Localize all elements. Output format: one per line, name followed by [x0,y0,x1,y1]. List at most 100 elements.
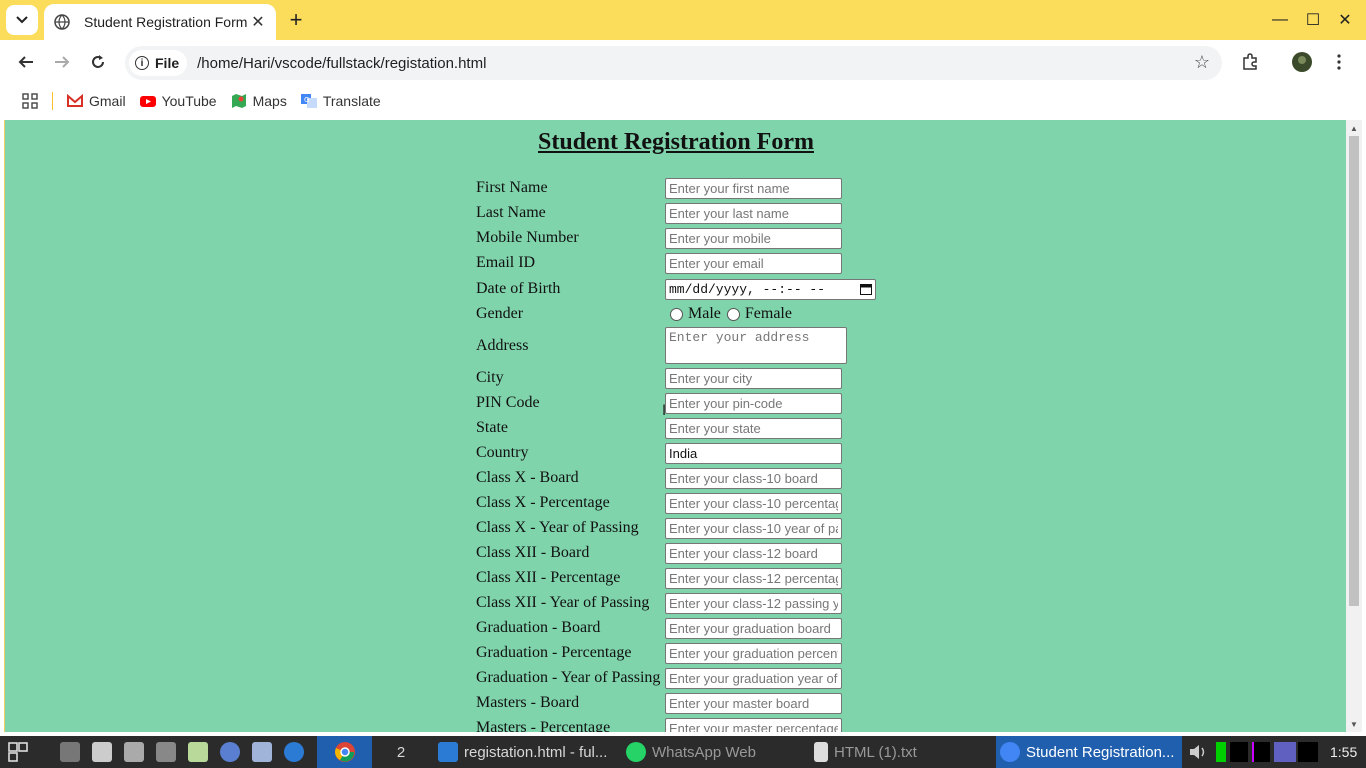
chrome-icon [1000,742,1020,762]
field-label: Class XII - Percentage [476,569,621,586]
site-info-label: File [155,55,180,71]
text-cursor-icon: I [662,403,667,419]
task-vscode[interactable]: registation.html - ful... [438,736,607,768]
field-row-class12-percentage: Class XII - Percentage [476,567,842,589]
new-tab-icon[interactable]: + [284,7,308,32]
country-input[interactable] [665,442,842,464]
bookmark-translate[interactable]: G Translate [300,93,381,109]
task-whatsapp[interactable]: WhatsApp Web [626,736,756,768]
load-monitor-icon [1298,736,1318,768]
bookmarks-bar: Gmail YouTube Maps G Translate [0,84,1366,118]
bookmark-star-icon[interactable]: ☆ [1194,52,1210,73]
close-tab-icon[interactable]: ✕ [248,12,268,32]
last-name-input[interactable] [665,202,842,224]
field-label: Last Name [476,204,546,221]
field-label: First Name [476,179,548,196]
close-window-icon[interactable]: ✕ [1333,8,1357,32]
field-row-class12-board: Class XII - Board [476,542,842,564]
class10-year-input[interactable] [665,517,842,539]
site-info-chip[interactable]: i File [129,50,188,76]
system-monitor-icon[interactable] [252,736,278,768]
address-bar[interactable]: i File /home/Hari/vscode/fullstack/regis… [125,46,1222,80]
first-name-input[interactable] [665,177,842,199]
graduation-board-input[interactable] [665,617,842,639]
skype-icon[interactable] [284,736,310,768]
calendar-icon[interactable] [860,283,872,295]
field-label: Class XII - Board [476,544,590,561]
vertical-scrollbar[interactable]: ▲ ▼ [1346,120,1362,732]
clock[interactable]: 1:55 [1330,736,1357,768]
mobile-input[interactable] [665,227,842,249]
apps-grid-icon[interactable] [22,93,38,109]
youtube-icon [139,96,156,107]
class12-year-input[interactable] [665,592,842,614]
task-text-file[interactable]: HTML (1).txt [814,736,917,768]
active-tab[interactable]: Student Registration Form ✕ [44,4,276,40]
task-label: registation.html - ful... [464,743,608,761]
address-textarea[interactable] [665,327,847,364]
scroll-down-icon[interactable]: ▼ [1346,716,1362,732]
field-label: Class X - Year of Passing [476,519,639,536]
maximize-icon[interactable]: ☐ [1301,8,1325,32]
field-row-first-name: First Name [476,177,842,199]
workspace-indicator[interactable]: 2 [390,736,412,768]
extensions-icon[interactable] [1238,50,1262,74]
state-input[interactable] [665,417,842,439]
workspace-number: 2 [396,743,406,761]
class12-percentage-input[interactable] [665,567,842,589]
field-row-dob: Date of Birth mm/dd/yyyy, --:-- -- [476,278,876,300]
tab-title: Student Registration Form [84,14,248,30]
info-icon: i [135,56,149,70]
class10-percentage-input[interactable] [665,492,842,514]
profile-avatar[interactable] [1290,50,1314,74]
field-label: City [476,369,504,386]
bookmark-label: YouTube [161,93,217,109]
installer-icon[interactable] [92,736,118,768]
maps-icon [231,94,246,108]
task-chrome-registration[interactable]: Student Registration... [996,736,1182,768]
bookmark-youtube[interactable]: YouTube [139,93,217,109]
text-editor-icon[interactable] [188,736,214,768]
masters-board-input[interactable] [665,692,842,714]
browser-launcher-icon[interactable] [220,736,246,768]
gmail-icon [67,93,83,107]
bookmark-maps[interactable]: Maps [231,93,287,109]
cpu-monitor-icon [1216,736,1226,768]
volume-icon[interactable] [1188,736,1208,768]
class10-board-input[interactable] [665,467,842,489]
chrome-launcher-icon[interactable] [317,736,372,768]
field-label: Class X - Board [476,469,579,486]
city-input[interactable] [665,367,842,389]
scrollbar-thumb[interactable] [1349,136,1359,606]
email-input[interactable] [665,252,842,274]
minimize-icon[interactable]: — [1268,8,1292,32]
file-manager-icon[interactable] [124,736,150,768]
scroll-up-icon[interactable]: ▲ [1346,120,1362,136]
back-arrow-icon[interactable] [12,48,40,76]
browser-titlebar: Student Registration Form ✕ + — ☐ ✕ [0,0,1366,40]
more-menu-icon[interactable] [1327,50,1351,74]
gender-male-radio[interactable] [670,307,683,321]
field-row-graduation-percentage: Graduation - Percentage [476,642,842,664]
bookmark-gmail[interactable]: Gmail [67,93,126,109]
forward-arrow-icon[interactable] [48,48,76,76]
globe-icon [54,14,70,30]
field-label: Gender [476,305,524,322]
tab-search-button[interactable] [6,5,38,35]
graduation-year-input[interactable] [665,667,842,689]
reload-icon[interactable] [84,48,112,76]
dob-datetime-input[interactable]: mm/dd/yyyy, --:-- -- [665,278,876,300]
archive-icon[interactable] [156,736,182,768]
masters-percentage-input[interactable] [665,717,842,732]
field-label: PIN Code [476,394,540,411]
graduation-percentage-input[interactable] [665,642,842,664]
url-text: /home/Hari/vscode/fullstack/registation.… [197,54,487,72]
pin-code-input[interactable] [665,392,842,414]
field-row-email: Email ID [476,252,842,274]
field-row-gender: Gender Male Female [476,303,792,325]
field-label: Address [476,336,529,354]
show-desktop-icon[interactable] [60,736,86,768]
start-menu-icon[interactable] [2,736,34,768]
gender-female-radio[interactable] [726,307,740,321]
class12-board-input[interactable] [665,542,842,564]
